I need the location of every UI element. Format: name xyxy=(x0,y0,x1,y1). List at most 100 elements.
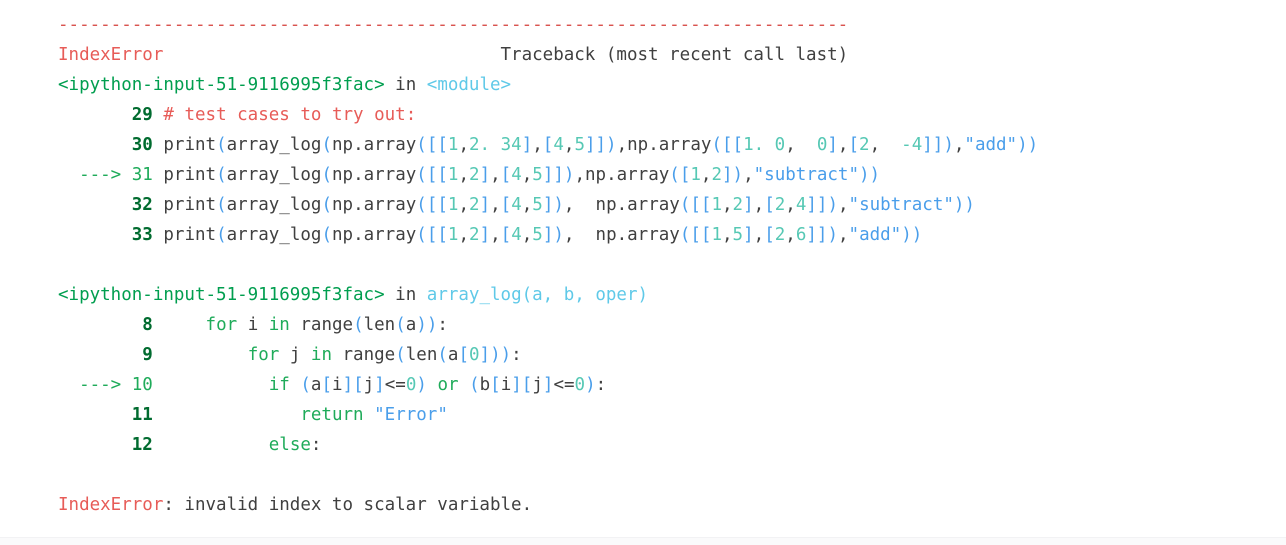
code-token-num: 1 xyxy=(690,165,701,185)
code-line: 12 else: xyxy=(0,430,1286,460)
line-number: 33 xyxy=(131,225,153,245)
code-token-op: <= xyxy=(384,375,406,395)
code-token-op: , xyxy=(785,135,807,155)
code-token-paren: ( xyxy=(321,195,332,215)
output-bottom-edge xyxy=(0,537,1286,545)
code-token-paren: ) xyxy=(585,375,596,395)
code-token-num: 2. 34 xyxy=(469,135,522,155)
code-token-paren: [ xyxy=(764,225,775,245)
code-token-name: array_log xyxy=(226,165,322,185)
gutter-padding xyxy=(58,405,132,425)
code-token-num: 1 xyxy=(447,135,459,155)
code-token-plain: j xyxy=(279,345,311,365)
gutter-padding xyxy=(58,165,79,185)
code-token-name: array xyxy=(616,165,670,185)
code-token-op: , xyxy=(837,225,849,245)
ipython-traceback-output: ----------------------------------------… xyxy=(0,0,1286,545)
code-token-paren: [ xyxy=(500,165,512,185)
code-token-paren: ([ xyxy=(416,195,438,215)
code-token-paren: [ xyxy=(500,225,512,245)
gutter-gap xyxy=(153,405,164,425)
code-token-plain: i xyxy=(332,375,343,395)
code-token-op: , xyxy=(490,165,501,185)
separator-dashes: ----------------------------------------… xyxy=(58,15,849,35)
code-token-name: np. xyxy=(595,225,628,245)
code-token-name: array xyxy=(363,165,417,185)
code-token-paren: [ xyxy=(437,195,448,215)
code-token-paren: ]]) xyxy=(922,135,954,155)
code-token-name: array xyxy=(363,225,417,245)
code-token-paren: ] xyxy=(521,135,533,155)
code-line: ---> 31 print(array_log(np.array([[1,2],… xyxy=(0,160,1286,190)
gutter-padding xyxy=(58,195,132,215)
code-token-name: print xyxy=(163,225,217,245)
code-token-plain: len xyxy=(363,315,396,335)
code-token-str: "subtract" xyxy=(848,195,954,215)
code-token-num: 1 xyxy=(447,165,459,185)
code-token-paren: )) xyxy=(859,165,881,185)
code-token-op: , xyxy=(458,165,470,185)
gutter-gap xyxy=(153,165,164,185)
code-token-op: , xyxy=(563,135,575,155)
code-token-paren: ( xyxy=(216,225,227,245)
code-token-paren: ( xyxy=(321,225,332,245)
code-token-name: np. xyxy=(585,165,617,185)
code-token-op: , xyxy=(458,225,470,245)
code-token-paren: ( xyxy=(395,345,406,365)
exception-type: IndexError xyxy=(58,495,164,515)
line-number: 8 xyxy=(131,315,153,335)
code-token-num: 5 xyxy=(732,225,744,245)
code-token-paren: ) xyxy=(416,375,427,395)
code-token-op: : xyxy=(511,345,522,365)
code-token-num: -4 xyxy=(890,135,923,155)
code-token-op: , xyxy=(532,135,543,155)
code-token-paren: ]]) xyxy=(584,135,617,155)
code-line: 8 for i in range(len(a)): xyxy=(0,310,1286,340)
code-token-paren: ([ xyxy=(679,195,701,215)
code-token-kw: in xyxy=(268,315,290,335)
code-token-op: : xyxy=(310,435,322,455)
frame-header: <ipython-input-51-9116995f3fac> in <modu… xyxy=(0,70,1286,100)
code-line: 33 print(array_log(np.array([[1,2],[4,5]… xyxy=(0,220,1286,250)
code-token-plain: a xyxy=(405,315,417,335)
code-line: 9 for j in range(len(a[0])): xyxy=(0,340,1286,370)
code-token-paren: [ xyxy=(732,135,744,155)
code-token-plain: a xyxy=(310,375,322,395)
code-token-paren: ]) xyxy=(542,225,564,245)
code-token-num: 2 xyxy=(469,165,480,185)
exception-message: : invalid index to scalar variable. xyxy=(163,495,533,515)
code-token-paren: [ xyxy=(542,135,554,155)
code-token-name: print xyxy=(163,135,217,155)
code-token-paren: ( xyxy=(216,195,227,215)
code-token-kw: else xyxy=(268,435,311,455)
line-number: 10 xyxy=(131,375,153,395)
traceback-separator: ----------------------------------------… xyxy=(0,10,1286,40)
code-token-op: , xyxy=(574,165,585,185)
code-token-paren: ] xyxy=(374,375,385,395)
code-token-op: , xyxy=(753,195,765,215)
code-token-paren: ]]) xyxy=(806,225,838,245)
gutter-gap xyxy=(153,195,164,215)
code-token-paren: ([ xyxy=(416,165,438,185)
code-token-op: , xyxy=(490,225,501,245)
gutter-gap xyxy=(153,135,164,155)
frame-in-word: in xyxy=(384,75,427,95)
code-token-paren: ([ xyxy=(669,165,691,185)
code-token-paren: [ xyxy=(700,225,712,245)
code-token-paren: ( xyxy=(216,165,227,185)
code-token-paren: ]]) xyxy=(542,165,575,185)
code-token-op: , xyxy=(458,195,470,215)
code-token-num: 2 xyxy=(774,195,786,215)
code-token-op: : xyxy=(595,375,607,395)
code-token-name: np. xyxy=(332,225,364,245)
code-token-op: , xyxy=(722,225,733,245)
code-token-paren: ([ xyxy=(679,225,701,245)
code-token-plain: i xyxy=(237,315,269,335)
code-token-paren: ( xyxy=(353,315,364,335)
code-token-paren: ( xyxy=(437,345,448,365)
code-token-num: 4 xyxy=(553,135,564,155)
